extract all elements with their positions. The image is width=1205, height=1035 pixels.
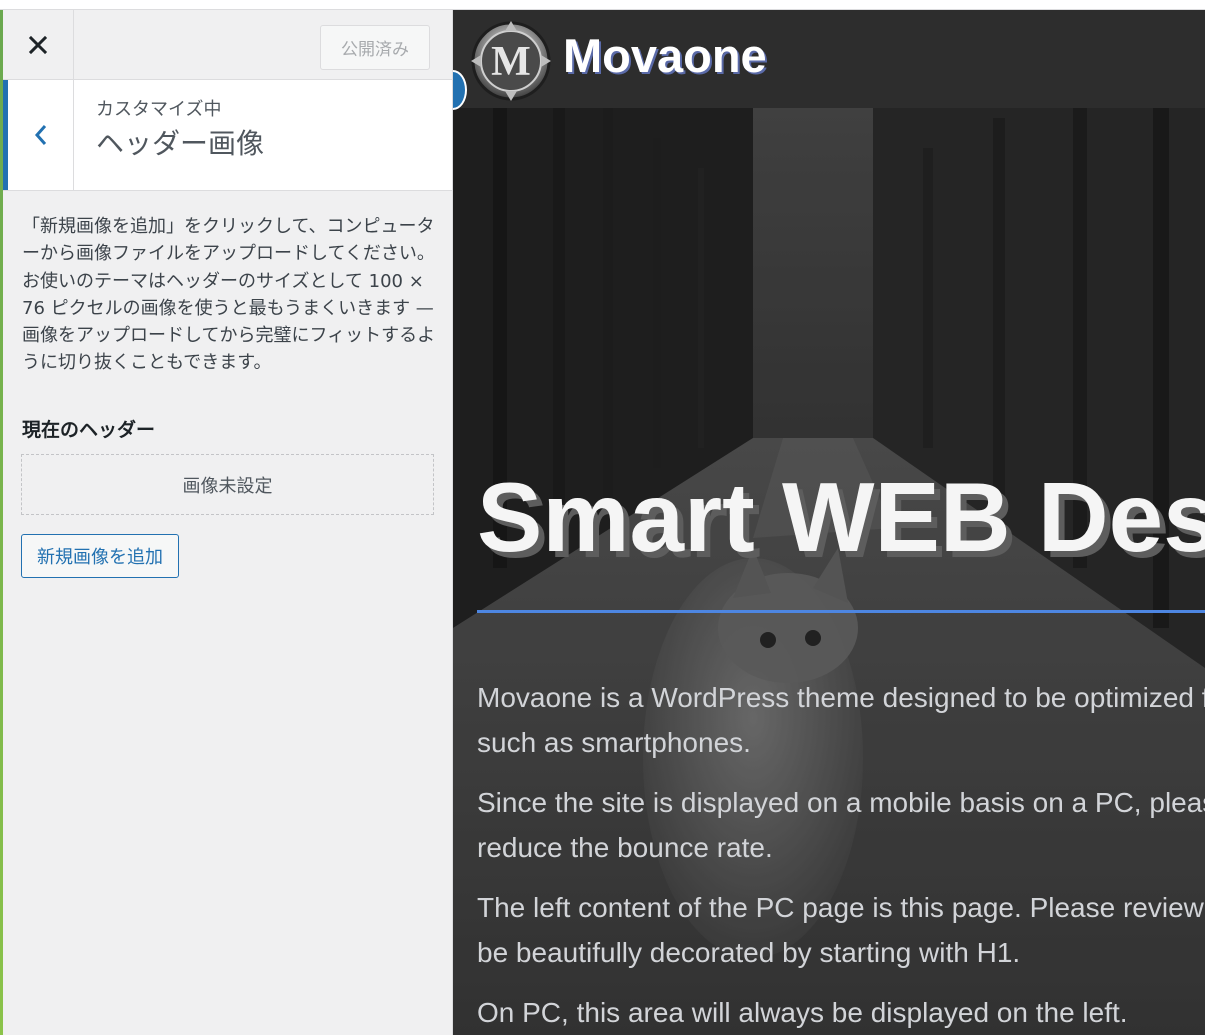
hero-heading: Smart WEB Design — [477, 462, 1205, 572]
publish-button[interactable]: 公開済み — [320, 25, 430, 70]
add-new-image-button[interactable]: 新規画像を追加 — [21, 534, 179, 578]
section-title-wrap: カスタマイズ中 ヘッダー画像 — [96, 98, 264, 164]
section-heading: カスタマイズ中 ヘッダー画像 — [3, 80, 452, 191]
no-image-text: 画像未設定 — [182, 475, 273, 497]
section-title: ヘッダー画像 — [96, 127, 265, 160]
back-button[interactable] — [3, 80, 74, 190]
customizer-window: 公開済み カスタマイズ中 ヘッダー画像 「新規画像を追加」をクリックして、コンピ… — [0, 0, 1205, 1035]
header-image-description: 「新規画像を追加」をクリックして、コンピューターから画像ファイルをアップロードし… — [22, 216, 436, 374]
hero-paragraph-line: On PC, this area will always be displaye… — [477, 997, 1128, 1028]
close-icon — [28, 35, 48, 55]
hero-divider — [477, 610, 1205, 613]
hero-paragraph-line: be beautifully decorated by starting wit… — [477, 937, 1021, 968]
window-top-bar — [0, 0, 1205, 10]
site-title[interactable]: Movaone — [563, 28, 767, 83]
hero-paragraph-line: Movaone is a WordPress theme designed to… — [477, 682, 1205, 713]
hero-paragraph-line: Since the site is displayed on a mobile … — [477, 787, 1205, 818]
customizer-header: 公開済み — [3, 10, 452, 80]
logo-emblem-icon[interactable]: M — [469, 19, 553, 103]
close-customizer-button[interactable] — [3, 10, 74, 80]
hero-paragraph-line: such as smartphones. — [477, 727, 751, 758]
hero-paragraph-line: reduce the bounce rate. — [477, 832, 773, 863]
chevron-left-icon — [34, 125, 46, 145]
customizer-sidebar: 公開済み カスタマイズ中 ヘッダー画像 「新規画像を追加」をクリックして、コンピ… — [3, 10, 453, 1035]
current-header-label: 現在のヘッダー — [22, 419, 156, 441]
logo-letter: M — [491, 39, 531, 85]
hero-paragraph-line: The left content of the PC page is this … — [477, 892, 1205, 923]
hero-section: Smart WEB Design Movaone is a WordPress … — [453, 108, 1205, 1035]
site-preview: M Movaone Smart WEB Des Movaone is a Wor… — [453, 10, 1205, 1035]
site-header: M Movaone — [453, 10, 1205, 108]
section-context: カスタマイズ中 — [96, 99, 222, 120]
current-header-placeholder: 画像未設定 — [21, 454, 434, 515]
